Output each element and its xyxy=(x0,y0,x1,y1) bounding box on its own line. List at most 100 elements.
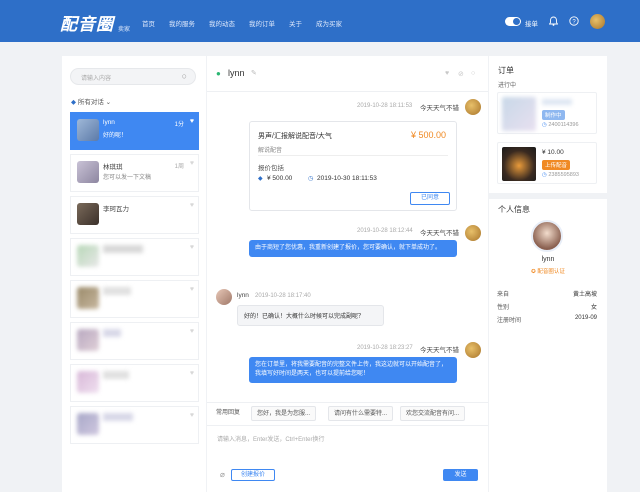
avatar xyxy=(77,413,99,435)
bell-icon[interactable] xyxy=(548,16,559,29)
nav-about[interactable]: 关于 xyxy=(289,18,302,28)
order-number: ◷ 2400114396 xyxy=(542,122,579,128)
message-sender: lynn xyxy=(237,292,249,299)
conversation-item[interactable]: 李珂瓦力 ♥ xyxy=(70,196,199,234)
profile-row-registered: 注册时间 2019-09 xyxy=(497,315,597,324)
conversation-name: lynn xyxy=(103,119,115,126)
nav-home[interactable]: 首页 xyxy=(142,18,155,28)
order-status-tag: 制作中 xyxy=(542,110,565,120)
profile-row-label: 性别 xyxy=(497,305,510,311)
conversation-item-lynn[interactable]: lynn 好的呢！ 1分 ♥ xyxy=(70,112,199,150)
offer-agreed-button[interactable]: 已同意 xyxy=(410,192,450,205)
conversation-name xyxy=(103,245,143,253)
message-bubble: 由于商短了您优惠，我重新创建了报价，您可要确认，就下单成功了。 xyxy=(249,240,457,257)
search-input[interactable]: 请输入内容 ○ xyxy=(70,68,196,85)
orders-title: 订单 xyxy=(498,66,514,75)
conversation-item[interactable]: ♥ xyxy=(70,406,199,444)
divider xyxy=(258,155,448,156)
heart-icon[interactable]: ♥ xyxy=(190,328,194,335)
verified-icon: ● xyxy=(216,69,221,78)
offer-title: 男声/汇报解说配音/大气 xyxy=(258,133,332,140)
conversation-item[interactable]: ♥ xyxy=(70,364,199,402)
accept-orders-toggle[interactable] xyxy=(505,17,521,26)
conversation-name: 林琪琪 xyxy=(103,164,123,171)
message-sender: 今天天气不错 xyxy=(420,347,459,354)
profile-row-value: 黄土高坡 xyxy=(572,292,597,298)
conversation-item[interactable]: ♥ xyxy=(70,238,199,276)
profile-row-value: 女 xyxy=(590,305,597,311)
heart-icon[interactable]: ♥ xyxy=(190,370,194,377)
message-sender: 今天天气不错 xyxy=(420,230,459,237)
clock-icon: ◷ xyxy=(308,176,314,182)
heart-icon[interactable]: ♥ xyxy=(445,70,449,77)
message-timestamp: 2019-10-28 18:17:40 xyxy=(255,293,311,299)
order-price: ¥ 10.00 xyxy=(542,149,564,156)
badge-icon: ✪ xyxy=(531,269,536,275)
search-icon[interactable]: ○ xyxy=(471,70,475,77)
edit-icon[interactable]: ✎ xyxy=(251,69,257,77)
help-icon[interactable]: ? xyxy=(569,16,579,29)
conversation-filter[interactable]: ◆ 所有对话 ⌄ xyxy=(71,96,111,106)
conversation-preview: 您可以发一下文稿 xyxy=(103,175,152,181)
message-timestamp: 2019-10-28 18:11:53 xyxy=(357,103,413,109)
quick-reply-chip[interactable]: 请问有什么需要特... xyxy=(328,406,394,421)
conversation-time: 1分 xyxy=(174,122,184,128)
heart-icon[interactable]: ♥ xyxy=(190,244,194,251)
create-offer-button[interactable]: 创建报价 xyxy=(231,469,275,481)
message-bubble: 好的！已确认！大概什么时候可以完成副呢？ xyxy=(237,305,384,326)
offer-amount: ¥ 500.00 xyxy=(267,175,293,182)
conversation-item[interactable]: ♥ xyxy=(70,280,199,318)
avatar xyxy=(77,203,99,225)
avatar xyxy=(77,119,99,141)
nav-my-services[interactable]: 我的服务 xyxy=(169,18,195,28)
avatar xyxy=(216,289,232,305)
quick-reply-chip[interactable]: 您好，我是为您服... xyxy=(251,406,317,421)
user-avatar[interactable] xyxy=(590,14,605,29)
heart-icon[interactable]: ♥ xyxy=(190,202,194,209)
nav-my-posts[interactable]: 我的动态 xyxy=(209,18,235,28)
clock-icon: ◷ xyxy=(542,122,547,128)
conversation-name xyxy=(103,413,133,421)
offer-price: ¥ 500.00 xyxy=(410,130,446,140)
profile-name: lynn xyxy=(541,256,555,263)
search-icon[interactable]: ○ xyxy=(182,71,187,81)
nav-my-orders[interactable]: 我的订单 xyxy=(249,18,275,28)
send-button[interactable]: 发送 xyxy=(443,469,478,481)
heart-icon[interactable]: ♥ xyxy=(190,118,194,125)
message-sender: 今天天气不错 xyxy=(420,105,459,112)
quick-replies-label: 常用回复 xyxy=(216,410,241,416)
order-card[interactable]: ¥ 10.00 上传配音 ◷ 2385595893 xyxy=(497,142,597,184)
order-status-tag: 上传配音 xyxy=(542,160,571,170)
quick-reply-chip[interactable]: 欢您交流配音有问... xyxy=(400,406,466,421)
block-icon[interactable]: ⊘ xyxy=(458,70,464,78)
order-price xyxy=(542,99,572,105)
order-number: ◷ 2385595893 xyxy=(542,172,579,178)
profile-row-label: 来自 xyxy=(497,292,510,298)
order-number-text: 2400114396 xyxy=(548,122,579,128)
search-placeholder: 请输入内容 xyxy=(81,76,112,82)
conversation-item[interactable]: ♥ xyxy=(70,322,199,360)
heart-icon[interactable]: ♥ xyxy=(190,412,194,419)
message-composer[interactable]: 请输入消息，Enter发送，Ctrl+Enter换行 ⌀ 创建报价 发送 xyxy=(207,425,488,492)
filter-label: 所有对话 xyxy=(77,99,104,106)
avatar xyxy=(77,329,99,351)
clock-icon: ◷ xyxy=(542,172,547,178)
conversation-name xyxy=(103,329,121,337)
heart-icon[interactable]: ♥ xyxy=(190,286,194,293)
conversation-preview: 好的呢！ xyxy=(103,133,128,139)
order-card[interactable]: 制作中 ◷ 2400114396 xyxy=(497,92,597,134)
heart-icon[interactable]: ♥ xyxy=(190,160,194,167)
order-number-text: 2385595893 xyxy=(548,172,579,178)
conversation-item[interactable]: 林琪琪 您可以发一下文稿 1周 ♥ xyxy=(70,154,199,192)
attachment-icon[interactable]: ⌀ xyxy=(220,470,225,479)
chat-contact-name: lynn xyxy=(228,68,245,78)
orders-status: 进行中 xyxy=(498,83,517,89)
app-logo[interactable]: 配音圈 xyxy=(60,10,114,35)
conversation-name: 李珂瓦力 xyxy=(103,206,129,213)
money-icon: ◆ xyxy=(258,176,263,182)
profile-row-gender: 性别 女 xyxy=(497,302,597,311)
order-thumbnail xyxy=(502,147,536,181)
nav-become-buyer[interactable]: 成为买家 xyxy=(316,18,342,28)
avatar xyxy=(77,161,99,183)
message-input-placeholder[interactable]: 请输入消息，Enter发送，Ctrl+Enter换行 xyxy=(217,434,325,443)
